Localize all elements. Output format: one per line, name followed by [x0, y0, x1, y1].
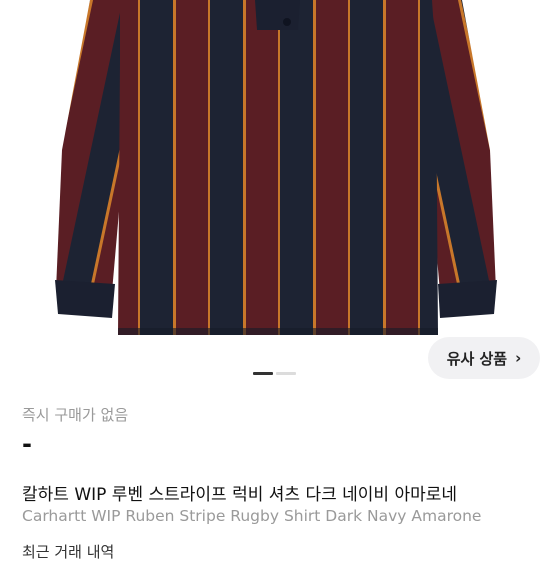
rugby-shirt-image: [55, 0, 497, 335]
carousel-indicator: [253, 372, 296, 375]
left-cuff: [55, 280, 115, 318]
similar-products-button[interactable]: 유사 상품 ›: [428, 337, 540, 379]
right-sleeve: [430, 0, 496, 292]
product-title-korean: 칼하트 WIP 루벤 스트라이프 럭비 셔츠 다크 네이비 아마로네: [22, 485, 458, 505]
price: -: [22, 430, 32, 458]
carousel-dot-1[interactable]: [253, 372, 273, 375]
chevron-right-icon: ›: [515, 349, 522, 367]
shirt-body: [118, 0, 438, 335]
product-image[interactable]: [0, 0, 552, 355]
left-sleeve: [56, 0, 122, 292]
right-cuff: [438, 280, 497, 318]
carousel-dot-2[interactable]: [276, 372, 296, 375]
instant-buy-status: 즉시 구매가 없음: [22, 406, 129, 424]
product-title-english: Carhartt WIP Ruben Stripe Rugby Shirt Da…: [22, 507, 482, 525]
similar-products-label: 유사 상품: [446, 349, 508, 368]
